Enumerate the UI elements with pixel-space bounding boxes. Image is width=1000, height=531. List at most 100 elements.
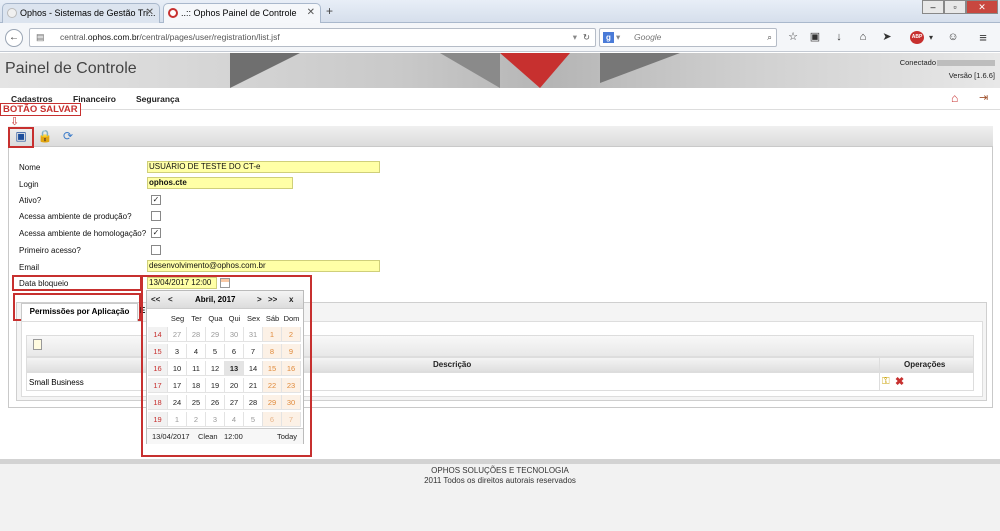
browser-tab-2[interactable]: ..:: Ophos Painel de Controle ✕ (163, 3, 321, 23)
calendar-day[interactable]: 25 (187, 395, 206, 410)
clipboard-icon[interactable]: ▣ (808, 31, 822, 44)
calendar-day[interactable]: 7 (244, 344, 263, 359)
next-year-button[interactable]: >> (268, 295, 277, 304)
calendar-day[interactable]: 22 (263, 378, 282, 393)
homologacao-checkbox[interactable]: ✓ (151, 228, 161, 238)
close-window-icon[interactable]: ✕ (966, 0, 998, 14)
calendar-day[interactable]: 29 (263, 395, 282, 410)
weekday-label: Sáb (265, 314, 280, 323)
calendar-day[interactable]: 6 (263, 412, 282, 427)
home-icon[interactable]: ⌂ (856, 31, 870, 44)
calendar-day[interactable]: 16 (282, 361, 301, 376)
dropdown-icon[interactable]: ▾ (573, 29, 577, 46)
calendar-day[interactable]: 3 (206, 412, 225, 427)
calendar-clean-button[interactable]: Clean (198, 432, 218, 441)
email-input[interactable]: desenvolvimento@ophos.com.br (147, 260, 380, 272)
google-icon: g (603, 32, 614, 43)
calendar-day[interactable]: 8 (263, 344, 282, 359)
calendar-day[interactable]: 5 (244, 412, 263, 427)
tab-permissoes[interactable]: Permissões por Aplicação (21, 303, 138, 321)
calendar-day[interactable]: 28 (244, 395, 263, 410)
calendar-day[interactable]: 20 (225, 378, 244, 393)
calendar-day[interactable]: 21 (244, 378, 263, 393)
reload-icon[interactable]: ↻ (583, 29, 590, 46)
delete-icon[interactable]: ✖ (895, 375, 904, 388)
lock-icon[interactable]: 🔒 (36, 128, 54, 146)
producao-checkbox[interactable] (151, 211, 161, 221)
calendar-day[interactable]: 17 (168, 378, 187, 393)
nome-label: Nome (19, 163, 41, 172)
connected-label: Conectado (900, 58, 995, 67)
close-tab-icon[interactable]: ✕ (307, 4, 315, 22)
maximize-icon[interactable]: ▫ (944, 0, 966, 14)
calendar-day[interactable]: 6 (225, 344, 244, 359)
calendar-day[interactable]: 1 (263, 327, 282, 342)
calendar-day[interactable]: 7 (282, 412, 301, 427)
calendar-day[interactable]: 2 (187, 412, 206, 427)
operacoes-header[interactable]: Operações (904, 360, 945, 369)
calendar-day[interactable]: 13 (225, 361, 244, 376)
calendar-day[interactable]: 10 (168, 361, 187, 376)
search-placeholder: Google (634, 32, 662, 42)
back-icon[interactable]: ← (5, 29, 23, 47)
calendar-day[interactable]: 9 (282, 344, 301, 359)
calendar-time[interactable]: 12:00 (224, 432, 243, 441)
calendar-day[interactable]: 18 (187, 378, 206, 393)
calendar-day[interactable]: 30 (225, 327, 244, 342)
calendar-day[interactable]: 1 (168, 412, 187, 427)
menu-icon[interactable]: ≡ (976, 31, 990, 44)
calendar-day[interactable]: 19 (206, 378, 225, 393)
prev-year-button[interactable]: << (151, 295, 160, 304)
calendar-day[interactable]: 30 (282, 395, 301, 410)
download-icon[interactable]: ↓ (832, 31, 846, 44)
bookmark-star-icon[interactable]: ☆ (786, 31, 800, 44)
new-document-icon[interactable] (33, 339, 42, 350)
refresh-users-icon[interactable]: ⟳ (59, 128, 77, 146)
descricao-header[interactable]: Descrição (433, 360, 471, 369)
menu-seguranca[interactable]: Segurança (136, 94, 179, 104)
calendar-day[interactable]: 29 (206, 327, 225, 342)
nome-input[interactable]: USUÁRIO DE TESTE DO CT-e (147, 161, 380, 173)
url-bar[interactable]: ▤ central.ophos.com.br/central/pages/use… (29, 28, 596, 47)
send-icon[interactable]: ➤ (880, 31, 894, 44)
browser-tab-1[interactable]: Ophos - Sistemas de Gestão Tri... ✕ (2, 3, 160, 23)
calendar-day[interactable]: 3 (168, 344, 187, 359)
close-calendar-button[interactable]: x (289, 295, 293, 304)
calendar-day[interactable]: 4 (187, 344, 206, 359)
calendar-day[interactable]: 31 (244, 327, 263, 342)
search-engine-dropdown-icon[interactable]: ▾ (616, 29, 620, 46)
prev-month-button[interactable]: < (168, 295, 173, 304)
calendar-today-button[interactable]: Today (277, 432, 297, 441)
calendar-day[interactable]: 15 (263, 361, 282, 376)
calendar-day[interactable]: 11 (187, 361, 206, 376)
minimize-icon[interactable]: – (922, 0, 944, 14)
calendar-day[interactable]: 2 (282, 327, 301, 342)
form-toolbar (8, 126, 993, 147)
edit-key-icon[interactable]: ⚿ (882, 376, 890, 387)
chat-icon[interactable]: ☺ (946, 31, 960, 44)
site-info-icon[interactable]: ▤ (36, 29, 45, 46)
adblock-icon[interactable]: ABP (910, 31, 924, 44)
new-tab-button[interactable]: + (326, 4, 333, 18)
calendar-day[interactable]: 4 (225, 412, 244, 427)
calendar-day[interactable]: 14 (244, 361, 263, 376)
week-number: 17 (148, 378, 168, 393)
calendar-day[interactable]: 27 (168, 327, 187, 342)
search-bar[interactable]: g ▾ Google ⌕ (599, 28, 777, 47)
search-icon[interactable]: ⌕ (767, 29, 772, 46)
logout-icon[interactable]: ⇥ (979, 91, 988, 104)
adblock-dropdown-icon[interactable]: ▾ (924, 31, 938, 44)
calendar-day[interactable]: 12 (206, 361, 225, 376)
calendar-day[interactable]: 24 (168, 395, 187, 410)
ativo-checkbox[interactable]: ✓ (151, 195, 161, 205)
calendar-day[interactable]: 28 (187, 327, 206, 342)
calendar-day[interactable]: 26 (206, 395, 225, 410)
login-input[interactable]: ophos.cte (147, 177, 293, 189)
primeiro-acesso-checkbox[interactable] (151, 245, 161, 255)
next-month-button[interactable]: > (257, 295, 262, 304)
calendar-day[interactable]: 23 (282, 378, 301, 393)
calendar-day[interactable]: 5 (206, 344, 225, 359)
calendar-day[interactable]: 27 (225, 395, 244, 410)
app-home-icon[interactable]: ⌂ (951, 91, 958, 105)
close-tab-icon[interactable]: ✕ (146, 4, 154, 22)
